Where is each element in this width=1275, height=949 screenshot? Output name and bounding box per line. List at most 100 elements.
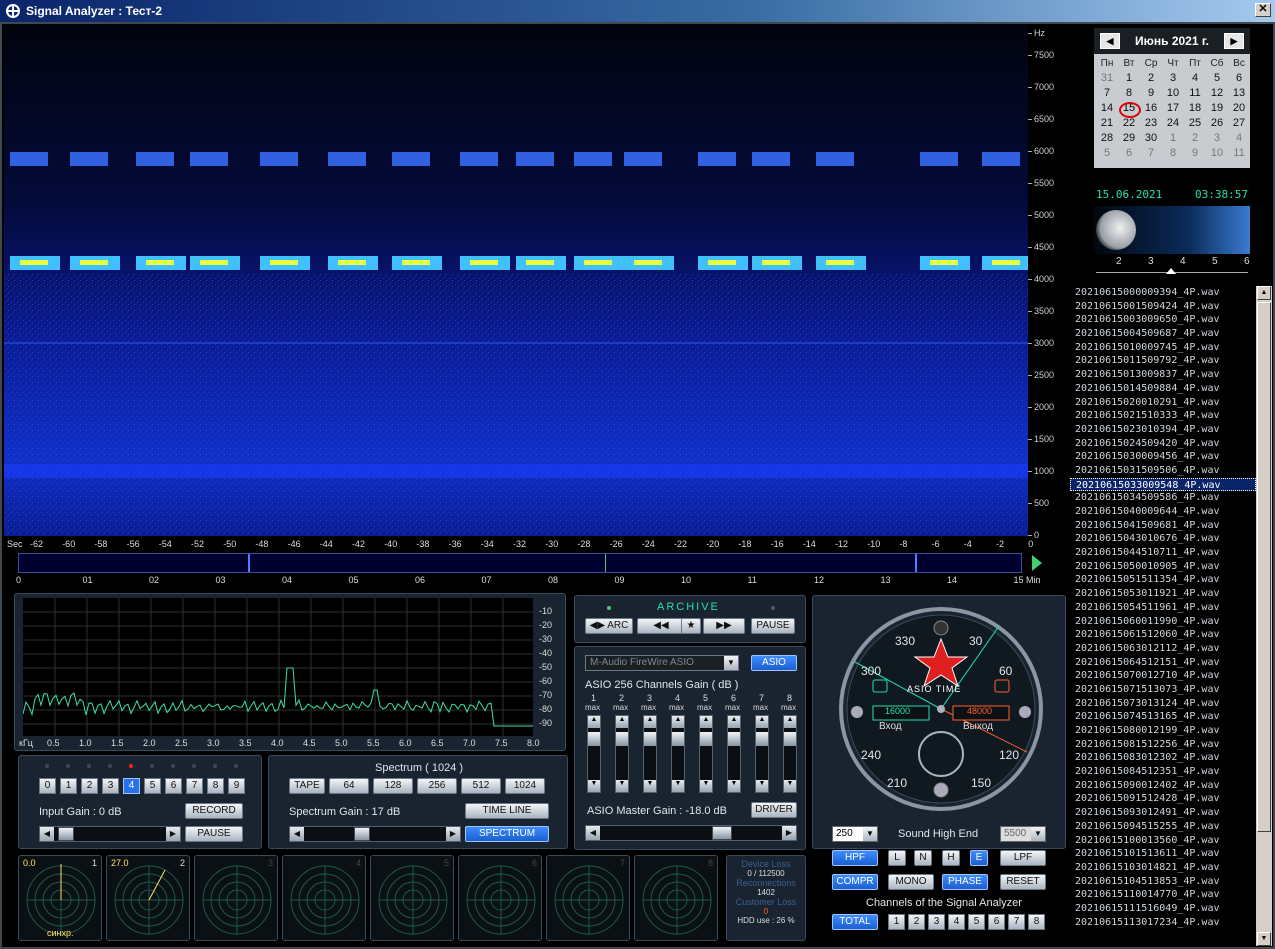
asio-button[interactable]: ASIO xyxy=(751,655,797,671)
file-list-item[interactable]: 20210615044510711_4P.wav xyxy=(1070,546,1256,560)
input-channel-button[interactable]: 4 xyxy=(123,778,140,794)
calendar-day[interactable]: 9 xyxy=(1184,146,1206,161)
file-list-item[interactable]: 20210615043010676_4P.wav xyxy=(1070,532,1256,546)
file-list-item[interactable]: 20210615111516049_4P.wav xyxy=(1070,902,1256,916)
phase-button[interactable]: PHASE xyxy=(942,874,988,890)
calendar-day[interactable]: 24 xyxy=(1162,116,1184,131)
file-list-item[interactable]: 20210615033009548_4P.wav xyxy=(1070,478,1256,492)
file-list-item[interactable]: 20210615064512151_4P.wav xyxy=(1070,656,1256,670)
archive-pause-button[interactable]: PAUSE xyxy=(751,618,795,634)
asio-channel-fader[interactable]: ▲ ▼ xyxy=(643,715,657,793)
calendar-day[interactable]: 10 xyxy=(1162,86,1184,101)
calendar-day[interactable]: 8 xyxy=(1118,86,1140,101)
file-list-item[interactable]: 20210615104513853_4P.wav xyxy=(1070,875,1256,889)
sound-channel-button[interactable]: 6 xyxy=(988,914,1005,930)
asio-channel-fader[interactable]: ▲ ▼ xyxy=(755,715,769,793)
timeline-bar[interactable] xyxy=(18,553,1022,573)
file-list-item[interactable]: 20210615084512351_4P.wav xyxy=(1070,765,1256,779)
file-list-item[interactable]: 20210615060011990_4P.wav xyxy=(1070,615,1256,629)
file-list-item[interactable]: 20210615070012710_4P.wav xyxy=(1070,669,1256,683)
file-list-item[interactable]: 20210615001509424_4P.wav xyxy=(1070,300,1256,314)
file-list-item[interactable]: 20210615030009456_4P.wav xyxy=(1070,450,1256,464)
calendar-day[interactable]: 23 xyxy=(1140,116,1162,131)
total-button[interactable]: TOTAL xyxy=(832,914,878,930)
input-channel-button[interactable]: 7 xyxy=(186,778,203,794)
calendar-day[interactable]: 15 xyxy=(1118,101,1140,116)
asio-channel-fader[interactable]: ▲ ▼ xyxy=(671,715,685,793)
play-icon[interactable] xyxy=(1032,555,1042,571)
calendar-day[interactable]: 14 xyxy=(1096,101,1118,116)
calendar-day[interactable]: 6 xyxy=(1118,146,1140,161)
file-list-item[interactable]: 20210615090012402_4P.wav xyxy=(1070,779,1256,793)
calendar-day[interactable]: 22 xyxy=(1118,116,1140,131)
asio-channel-fader[interactable]: ▲ ▼ xyxy=(587,715,601,793)
calendar-day[interactable]: 20 xyxy=(1228,101,1250,116)
low-freq-select[interactable]: 250 ▼ xyxy=(832,826,878,842)
calendar-day[interactable]: 5 xyxy=(1096,146,1118,161)
file-list-item[interactable]: 20210615051511354_4P.wav xyxy=(1070,573,1256,587)
file-list-item[interactable]: 20210615100013560_4P.wav xyxy=(1070,834,1256,848)
prev-month-icon[interactable]: ◀ xyxy=(1100,33,1120,49)
spectrum-size-button[interactable]: 64 xyxy=(329,778,369,794)
file-list-item[interactable]: 20210615010009745_4P.wav xyxy=(1070,341,1256,355)
calendar-day[interactable]: 19 xyxy=(1206,101,1228,116)
input-channel-button[interactable]: 9 xyxy=(228,778,245,794)
scroll-thumb[interactable] xyxy=(1257,302,1271,832)
file-list-item[interactable]: 20210615050010905_4P.wav xyxy=(1070,560,1256,574)
calendar-day[interactable]: 29 xyxy=(1118,131,1140,146)
calendar-day[interactable]: 1 xyxy=(1118,71,1140,86)
calendar-day[interactable]: 25 xyxy=(1184,116,1206,131)
calendar-day[interactable]: 4 xyxy=(1184,71,1206,86)
close-button[interactable]: ✕ xyxy=(1255,3,1271,17)
input-channel-button[interactable]: 6 xyxy=(165,778,182,794)
file-list-item[interactable]: 20210615101513611_4P.wav xyxy=(1070,847,1256,861)
mono-button[interactable]: MONO xyxy=(888,874,934,890)
calendar-day[interactable]: 12 xyxy=(1206,86,1228,101)
n-button[interactable]: N xyxy=(914,850,932,866)
time-line-button[interactable]: TIME LINE xyxy=(465,803,549,819)
e-button[interactable]: E xyxy=(970,850,988,866)
calendar-day[interactable]: 16 xyxy=(1140,101,1162,116)
sound-channel-button[interactable]: 4 xyxy=(948,914,965,930)
file-list-item[interactable]: 20210615023010394_4P.wav xyxy=(1070,423,1256,437)
file-list-item[interactable]: 20210615021510333_4P.wav xyxy=(1070,409,1256,423)
asio-channel-fader[interactable]: ▲ ▼ xyxy=(783,715,797,793)
calendar-day[interactable]: 9 xyxy=(1140,86,1162,101)
input-gain-slider[interactable]: ◀ ▶ xyxy=(39,826,181,842)
asio-device-select[interactable]: M-Audio FireWire ASIO ▼ xyxy=(585,655,739,671)
input-channel-button[interactable]: 1 xyxy=(60,778,77,794)
archive-arc-button[interactable]: ◀▶ ARC xyxy=(585,618,633,634)
file-list-item[interactable]: 20210615094515255_4P.wav xyxy=(1070,820,1256,834)
calendar-day[interactable]: 2 xyxy=(1184,131,1206,146)
file-list-item[interactable]: 20210615000009394_4P.wav xyxy=(1070,286,1256,300)
input-channel-button[interactable]: 8 xyxy=(207,778,224,794)
spectrum-size-button[interactable]: 1024 xyxy=(505,778,545,794)
asio-channel-fader[interactable]: ▲ ▼ xyxy=(727,715,741,793)
sound-channel-button[interactable]: 5 xyxy=(968,914,985,930)
sound-channel-button[interactable]: 1 xyxy=(888,914,905,930)
forward-button[interactable]: ▶▶ xyxy=(703,618,745,634)
calendar-day[interactable]: 27 xyxy=(1228,116,1250,131)
calendar-day[interactable]: 6 xyxy=(1228,71,1250,86)
chevron-down-icon[interactable]: ▼ xyxy=(724,656,738,670)
reset-button[interactable]: RESET xyxy=(1000,874,1046,890)
file-list-item[interactable]: 20210615053011921_4P.wav xyxy=(1070,587,1256,601)
calendar-day[interactable]: 17 xyxy=(1162,101,1184,116)
file-list-item[interactable]: 20210615003009650_4P.wav xyxy=(1070,313,1256,327)
asio-channel-fader[interactable]: ▲ ▼ xyxy=(615,715,629,793)
input-channel-button[interactable]: 5 xyxy=(144,778,161,794)
compr-button[interactable]: COMPR xyxy=(832,874,878,890)
calendar-day[interactable]: 18 xyxy=(1184,101,1206,116)
file-list-item[interactable]: 20210615040009644_4P.wav xyxy=(1070,505,1256,519)
l-button[interactable]: L xyxy=(888,850,906,866)
asio-channel-fader[interactable]: ▲ ▼ xyxy=(699,715,713,793)
file-list-item[interactable]: 20210615074513165_4P.wav xyxy=(1070,710,1256,724)
file-list-item[interactable]: 20210615041509681_4P.wav xyxy=(1070,519,1256,533)
input-pause-button[interactable]: PAUSE xyxy=(185,826,243,842)
h-button[interactable]: H xyxy=(942,850,960,866)
calendar-day[interactable]: 10 xyxy=(1206,146,1228,161)
star-button[interactable]: ★ xyxy=(681,618,701,634)
record-button[interactable]: RECORD xyxy=(185,803,243,819)
asio-master-slider[interactable]: ◀ ▶ xyxy=(585,825,797,841)
calendar-day[interactable]: 7 xyxy=(1140,146,1162,161)
